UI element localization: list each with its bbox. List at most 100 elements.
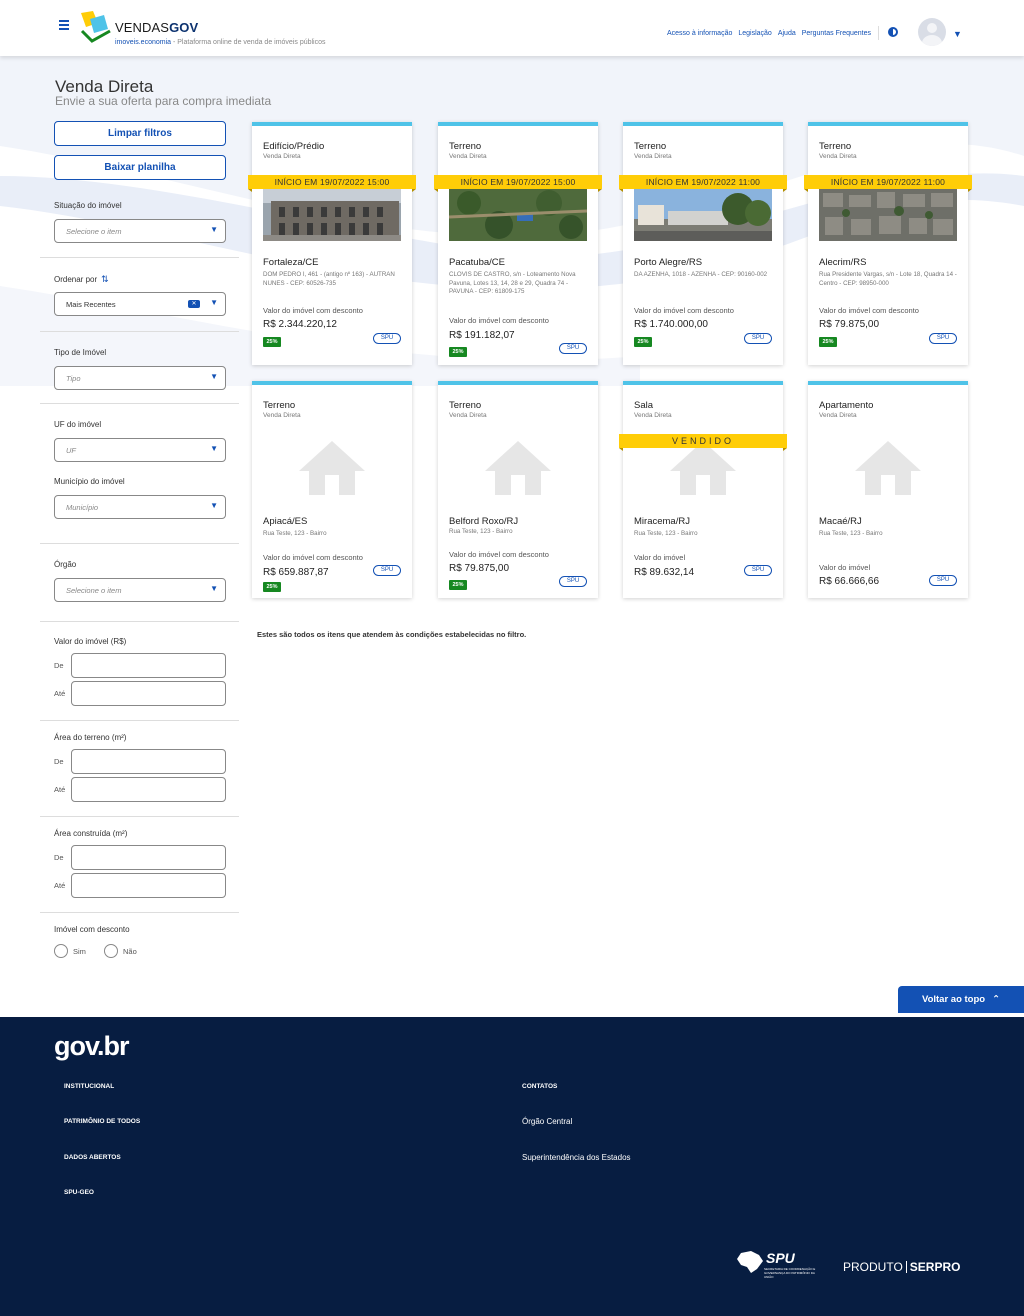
property-price: R$ 2.344.220,12	[263, 319, 337, 330]
property-city: Belford Roxo/RJ	[449, 516, 519, 527]
land-from-input[interactable]	[71, 749, 226, 774]
property-price: R$ 79.875,00	[819, 319, 880, 330]
spu-logo: SPU SECRETARIA DE COORDENAÇÃO E GOVERNAN…	[735, 1249, 825, 1279]
brand-title: VENDASGOV	[115, 20, 199, 35]
link-ajuda[interactable]: Ajuda	[778, 30, 796, 37]
property-type: Edifício/Prédio	[263, 141, 325, 152]
footer-link-orgao-central[interactable]: Órgão Central	[522, 1117, 572, 1126]
sort-icon[interactable]: ⇅	[101, 274, 109, 284]
chevron-down-icon: ▼	[210, 372, 218, 381]
property-type: Terreno	[819, 141, 852, 152]
property-card[interactable]: Terreno Venda Direta INÍCIO EM 19/07/202…	[619, 122, 787, 365]
discount-badge: 25%	[819, 337, 837, 347]
property-city: Miracema/RJ	[634, 516, 690, 527]
footer-link-dados-abertos[interactable]: DADOS ABERTOS	[64, 1154, 121, 1161]
clear-selection-icon[interactable]: ✕	[188, 300, 200, 308]
property-address: Rua Teste, 123 - Bairro	[634, 530, 698, 537]
built-to-input[interactable]	[71, 873, 226, 898]
property-address: Rua Teste, 123 - Bairro	[263, 530, 327, 537]
divider	[40, 257, 239, 258]
sale-mode: Venda Direta	[263, 153, 301, 160]
property-address: CLOVIS DE CASTRO, s/n - Loteamento Nova …	[449, 271, 576, 295]
order-select[interactable]: Mais Recentes ✕ ▼	[54, 292, 226, 316]
spu-tag: SPU	[559, 343, 587, 354]
property-price: R$ 89.632,14	[634, 567, 695, 578]
discount-label: Imóvel com desconto	[54, 925, 130, 934]
house-placeholder-icon	[485, 441, 551, 495]
land-to-input[interactable]	[71, 777, 226, 802]
contrast-icon[interactable]	[888, 27, 898, 37]
brand-subtitle: imoveis.economia - Plataforma online de …	[115, 39, 326, 46]
property-card[interactable]: Sala Venda Direta VENDIDO Miracema/RJ Ru…	[619, 381, 787, 598]
footer-link-superintendencia[interactable]: Superintendência dos Estados	[522, 1153, 631, 1162]
footer-link-spu-geo[interactable]: SPU-GEO	[64, 1189, 94, 1196]
property-address: DOM PEDRO I, 461 - (antigo nº 163) - AUT…	[263, 271, 395, 287]
city-select[interactable]: Município ▼	[54, 495, 226, 519]
value-from-input[interactable]	[71, 653, 226, 678]
link-legislacao[interactable]: Legislação	[738, 30, 771, 37]
link-acesso-informacao[interactable]: Acesso à informação	[667, 30, 732, 37]
property-city: Pacatuba/CE	[449, 257, 505, 268]
sold-ribbon: VENDIDO	[619, 434, 787, 451]
clear-filters-button[interactable]: Limpar filtros	[54, 121, 226, 146]
type-select[interactable]: Tipo ▼	[54, 366, 226, 390]
spu-tag: SPU	[373, 333, 401, 344]
situation-select[interactable]: Selecione o item ▼	[54, 219, 226, 243]
uf-select[interactable]: UF ▼	[54, 438, 226, 462]
chevron-up-icon: ⌃	[992, 994, 1001, 1005]
organ-label: Órgão	[54, 560, 77, 569]
discount-badge: 25%	[449, 580, 467, 590]
discount-badge: 25%	[263, 337, 281, 347]
value-label: Valor do imóvel com desconto	[263, 553, 363, 562]
built-from-input[interactable]	[71, 845, 226, 870]
property-card[interactable]: Edifício/Prédio Venda Direta INÍCIO EM 1…	[248, 122, 416, 365]
results-note: Estes são todos os itens que atendem às …	[257, 630, 527, 639]
uf-label: UF do imóvel	[54, 420, 102, 429]
footer-link-patrimonio[interactable]: PATRIMÔNIO DE TODOS	[64, 1118, 140, 1125]
value-from-label: De	[54, 661, 64, 670]
property-card[interactable]: Terreno Venda Direta Apiacá/ES Rua Teste…	[252, 381, 412, 598]
download-sheet-button[interactable]: Baixar planilha	[54, 155, 226, 180]
value-label: Valor do imóvel com desconto	[449, 316, 549, 325]
back-to-top-label: Voltar ao topo	[921, 994, 986, 1005]
divider	[40, 912, 239, 913]
link-perguntas-frequentes[interactable]: Perguntas Frequentes	[802, 30, 871, 37]
sale-mode: Venda Direta	[819, 153, 857, 160]
spu-tag: SPU	[744, 565, 772, 576]
chevron-down-icon[interactable]: ▼	[953, 29, 962, 39]
property-card[interactable]: Terreno Venda Direta Belford Roxo/RJ Rua…	[438, 381, 598, 598]
avatar[interactable]	[918, 18, 946, 46]
value-to-input[interactable]	[71, 681, 226, 706]
chevron-down-icon: ▼	[210, 444, 218, 453]
property-card[interactable]: Terreno Venda Direta INÍCIO EM 19/07/202…	[434, 122, 602, 365]
discount-yes-radio[interactable]	[54, 944, 68, 958]
back-to-top-button[interactable]: Voltar ao topo ⌃	[898, 986, 1024, 1013]
value-label: Valor do imóvel	[819, 563, 871, 572]
sale-mode: Venda Direta	[449, 412, 487, 419]
chevron-down-icon: ▼	[210, 298, 218, 307]
built-area-label: Área construída (m²)	[54, 829, 128, 838]
property-type: Apartamento	[819, 400, 874, 411]
property-price: R$ 191.182,07	[449, 330, 515, 341]
property-price: R$ 659.887,87	[263, 567, 329, 578]
property-type: Sala	[634, 400, 654, 411]
property-type: Terreno	[263, 400, 296, 411]
property-city: Fortaleza/CE	[263, 257, 319, 268]
city-label: Município do imóvel	[54, 477, 125, 486]
vendasgov-logo[interactable]	[78, 9, 112, 43]
organ-select[interactable]: Selecione o item ▼	[54, 578, 226, 602]
govbr-logo[interactable]: gov.br	[54, 1031, 129, 1062]
brazil-map-icon	[737, 1251, 763, 1273]
property-photo	[263, 189, 401, 241]
property-city: Macaé/RJ	[819, 516, 862, 527]
type-placeholder: Tipo	[66, 374, 81, 383]
property-card[interactable]: Apartamento Venda Direta Macaé/RJ Rua Te…	[808, 381, 968, 598]
type-label: Tipo de Imóvel	[54, 348, 107, 357]
footer-link-institucional[interactable]: INSTITUCIONAL	[64, 1083, 114, 1090]
menu-icon[interactable]	[59, 20, 69, 30]
property-card[interactable]: Terreno Venda Direta INÍCIO EM 19/07/202…	[804, 122, 972, 365]
property-city: Apiacá/ES	[263, 516, 308, 527]
property-photo	[819, 189, 957, 241]
building-photo	[263, 189, 401, 241]
discount-no-radio[interactable]	[104, 944, 118, 958]
